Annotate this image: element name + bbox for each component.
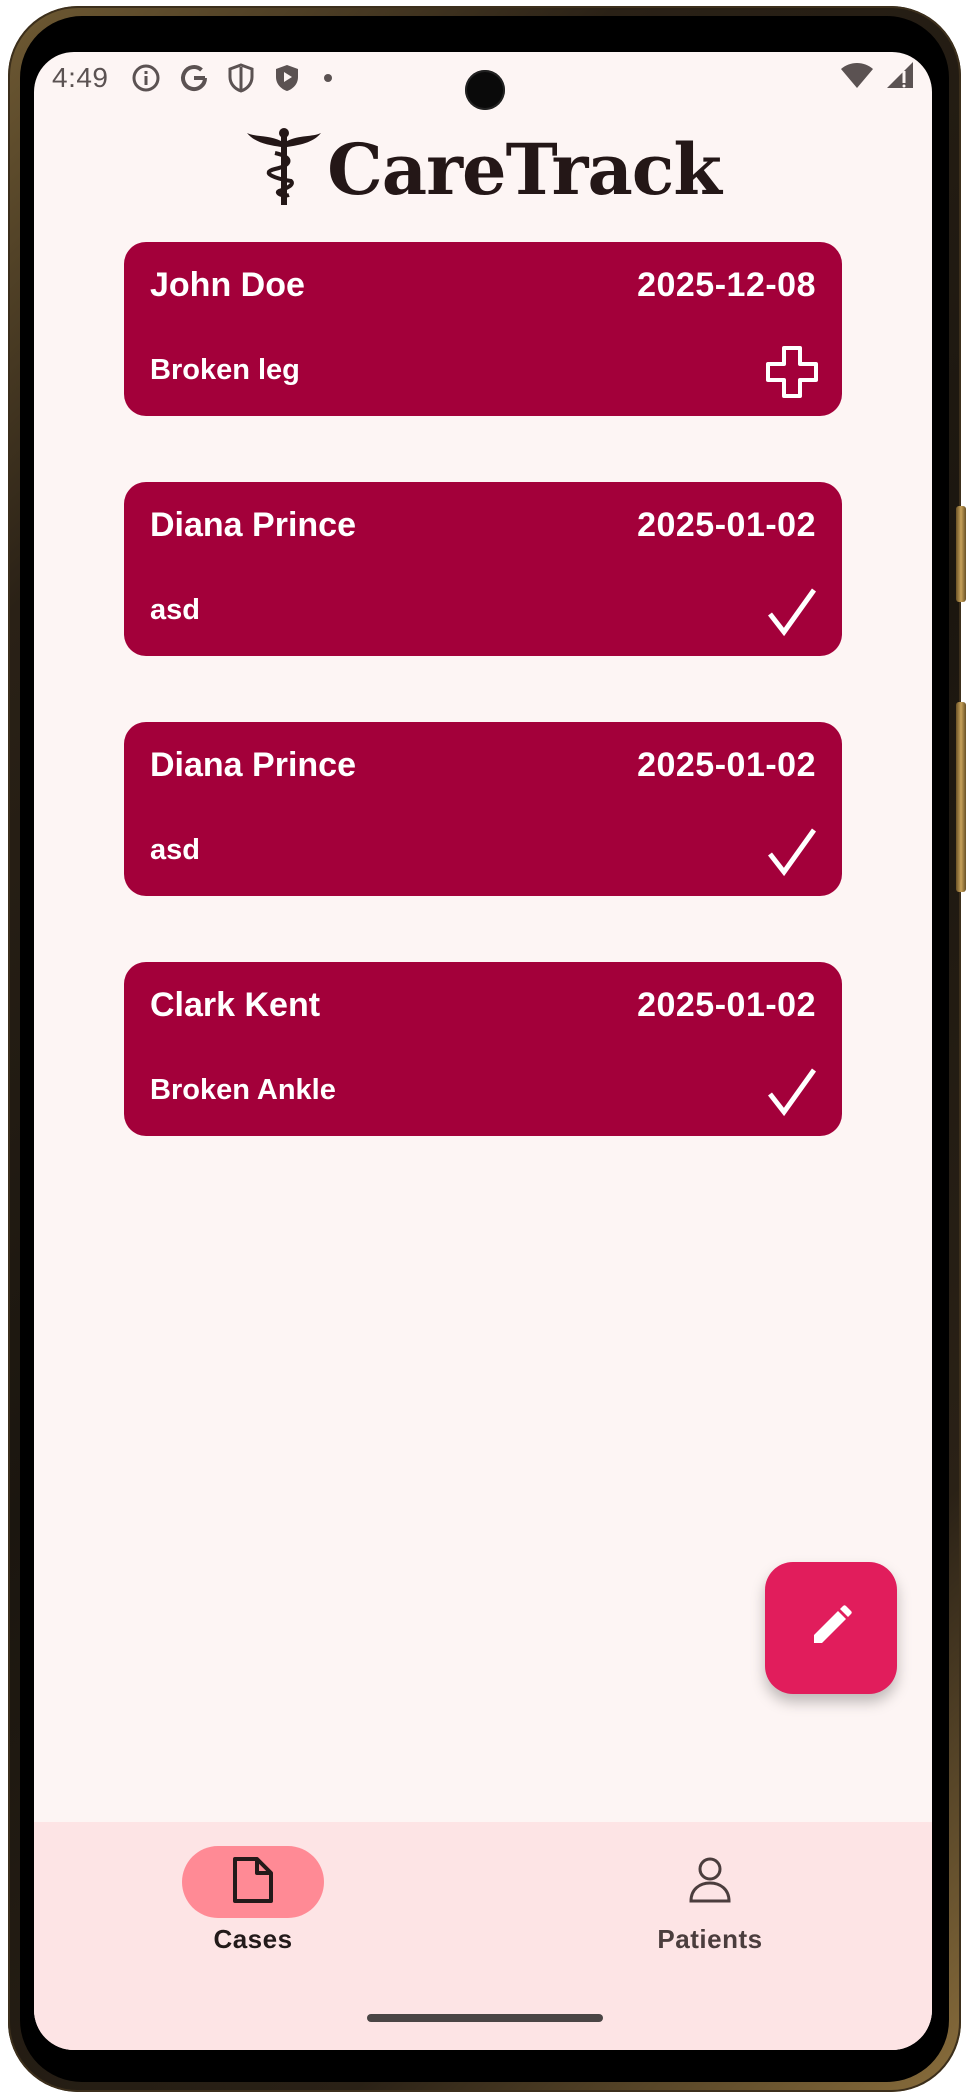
case-date: 2025-01-02 bbox=[637, 506, 816, 544]
nav-label-patients: Patients bbox=[657, 1924, 763, 1954]
nav-item-cases[interactable]: Cases bbox=[103, 1846, 403, 1976]
person-icon bbox=[688, 1855, 732, 1910]
app-screen: 4:49 CareTrack John Doe 2025-12-08 Broke… bbox=[34, 52, 932, 2050]
google-icon bbox=[179, 63, 209, 93]
volume-button bbox=[956, 506, 966, 602]
app-title: CareTrack bbox=[327, 127, 722, 211]
check-icon bbox=[764, 1064, 820, 1120]
case-patient-name: John Doe bbox=[150, 266, 305, 304]
case-description: asd bbox=[150, 594, 200, 626]
signal-icon bbox=[886, 61, 914, 96]
case-description: Broken Ankle bbox=[150, 1074, 336, 1106]
case-date: 2025-12-08 bbox=[637, 266, 816, 304]
shield-icon bbox=[227, 63, 255, 93]
wifi-icon bbox=[840, 61, 874, 96]
app-logo: CareTrack bbox=[34, 124, 932, 214]
check-icon bbox=[764, 824, 820, 880]
case-card[interactable]: John Doe 2025-12-08 Broken leg bbox=[124, 242, 842, 416]
info-icon bbox=[131, 63, 161, 93]
front-camera bbox=[465, 70, 505, 110]
case-patient-name: Clark Kent bbox=[150, 986, 321, 1024]
case-description: asd bbox=[150, 834, 200, 866]
nav-label-cases: Cases bbox=[213, 1924, 293, 1954]
power-button bbox=[956, 702, 966, 892]
gesture-handle[interactable] bbox=[367, 2014, 603, 2022]
document-icon bbox=[231, 1855, 275, 1910]
case-patient-name: Diana Prince bbox=[150, 746, 356, 784]
case-card[interactable]: Diana Prince 2025-01-02 asd bbox=[124, 722, 842, 896]
case-date: 2025-01-02 bbox=[637, 746, 816, 784]
nav-item-patients[interactable]: Patients bbox=[560, 1846, 860, 1976]
case-patient-name: Diana Prince bbox=[150, 506, 356, 544]
status-time: 4:49 bbox=[52, 62, 109, 93]
nav-active-indicator bbox=[182, 1846, 324, 1918]
case-date: 2025-01-02 bbox=[637, 986, 816, 1024]
check-icon bbox=[764, 584, 820, 640]
case-card[interactable]: Diana Prince 2025-01-02 asd bbox=[124, 482, 842, 656]
caduceus-icon bbox=[245, 127, 323, 212]
edit-fab-button[interactable] bbox=[765, 1562, 897, 1694]
case-description: Broken leg bbox=[150, 354, 300, 386]
play-protect-icon bbox=[273, 63, 301, 93]
pencil-icon bbox=[808, 1603, 854, 1654]
dot-icon bbox=[323, 73, 333, 83]
plus-icon bbox=[764, 344, 820, 400]
case-card[interactable]: Clark Kent 2025-01-02 Broken Ankle bbox=[124, 962, 842, 1136]
nav-icon-container bbox=[639, 1846, 781, 1918]
